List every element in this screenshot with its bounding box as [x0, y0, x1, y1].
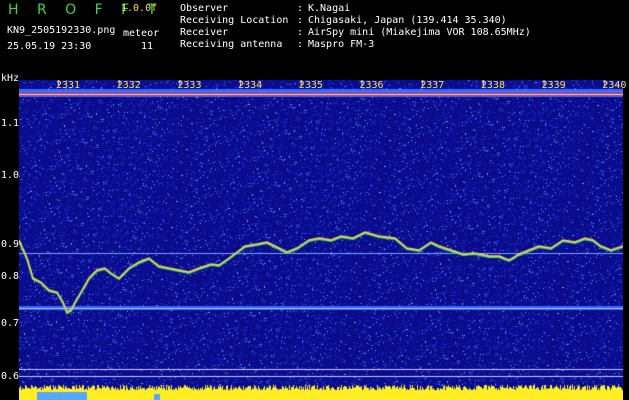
time-tick-label: 2340	[602, 80, 627, 91]
time-tick-label: 2334	[238, 80, 263, 91]
frequency-unit: kHz	[1, 73, 20, 84]
y-tick-label: 0.7	[1, 318, 20, 329]
meteor-label: meteor	[123, 28, 160, 39]
hrofft-window: { "app": { "title": "H R O F F T", "vers…	[0, 0, 629, 400]
waterfall-spectrogram	[19, 80, 623, 400]
info-colon: :	[297, 3, 304, 14]
time-tick-label: 2335	[298, 80, 323, 91]
time-tick-label: 2336	[359, 80, 384, 91]
info-colon: :	[297, 15, 304, 26]
info-colon: :	[297, 27, 304, 38]
time-tick-label: 2339	[541, 80, 566, 91]
file-name: KN9_2505192330.png	[7, 25, 116, 36]
meteor-count: 11	[141, 41, 154, 52]
info-colon: :	[297, 39, 304, 50]
y-tick-label: 0.6	[1, 371, 20, 382]
info-label-location: Receiving Location	[180, 15, 289, 26]
y-tick-label: 0.9	[1, 239, 20, 250]
time-tick-label: 2338	[480, 80, 505, 91]
info-value-antenna: Maspro FM-3	[308, 39, 375, 50]
time-tick-label: 2333	[177, 80, 202, 91]
info-label-antenna: Receiving antenna	[180, 39, 283, 50]
info-label-observer: Observer	[180, 3, 229, 14]
y-tick-label: 0.8	[1, 271, 20, 282]
date-time: 25.05.19 23:30	[7, 41, 92, 52]
time-tick-label: 2337	[420, 80, 445, 91]
y-tick-label: 1.0	[1, 170, 20, 181]
info-value-observer: K.Nagai	[308, 3, 351, 14]
y-tick-label: 1.1	[1, 118, 20, 129]
info-value-receiver: AirSpy mini (Miakejima VOR 108.65MHz)	[308, 27, 531, 38]
info-value-location: Chigasaki, Japan (139.414 35.340)	[308, 15, 507, 26]
time-tick-label: 2332	[116, 80, 141, 91]
time-tick-label: 2331	[56, 80, 81, 91]
info-label-receiver: Receiver	[180, 27, 229, 38]
version-label: 1.0.0f	[121, 3, 158, 14]
